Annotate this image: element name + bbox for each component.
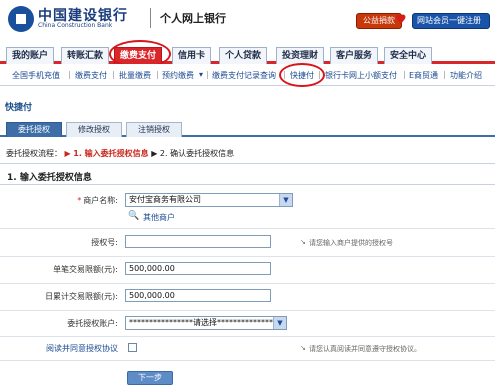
flow-step-current: 1. 输入委托授权信息 <box>73 149 149 158</box>
auth-no-label: 授权号: <box>91 238 118 247</box>
tab-security-center[interactable]: 安全中心 <box>384 47 433 64</box>
auth-no-hint: 请您输入商户提供的授权号 <box>309 239 393 247</box>
arrow-right-icon: ▶ <box>151 149 158 158</box>
agree-hint: 请您认真阅读并同意遵守授权协议。 <box>309 345 421 353</box>
subnav-batch-payment[interactable]: 批量缴费 <box>119 70 151 81</box>
subtab-authorize[interactable]: 委托授权 <box>6 122 62 137</box>
sub-tabs: 委托授权 修改授权 注销授权 <box>0 119 495 137</box>
chevron-down-icon: ▼ <box>279 194 292 206</box>
ccb-logo-icon <box>8 6 34 32</box>
daily-limit-label: 日累计交易限额(元): <box>45 292 118 301</box>
search-icon: 🔍 <box>128 211 140 221</box>
arrow-right-icon: ▶ <box>64 149 71 158</box>
account-select-value: ****************请选择**************** <box>129 318 281 327</box>
agree-label[interactable]: 阅读并同意授权协议 <box>20 343 118 354</box>
subnav-payment[interactable]: 缴费支付 <box>75 70 107 81</box>
divider <box>0 163 495 164</box>
tab-my-account[interactable]: 我的账户 <box>6 47 55 64</box>
subnav-separator: | <box>283 70 286 79</box>
tab-transfer[interactable]: 转账汇款 <box>61 47 110 64</box>
chevron-down-icon: ▼ <box>273 317 286 329</box>
account-select[interactable]: ****************请选择**************** ▼ <box>125 316 287 330</box>
divider <box>0 228 495 229</box>
daily-limit-input[interactable] <box>125 289 271 302</box>
tab-payment[interactable]: 缴费支付 <box>114 47 163 64</box>
header-divider <box>150 8 151 28</box>
merchant-select[interactable]: 安付宝商务有限公司 ▼ <box>125 193 293 207</box>
page-title: 快捷付 <box>5 103 33 113</box>
tab-personal-loan[interactable]: 个人贷款 <box>219 47 268 64</box>
bank-name-en: China Construction Bank <box>38 22 113 29</box>
next-step-button[interactable]: 下一步 <box>127 371 173 385</box>
subnav-separator: | <box>206 70 209 79</box>
single-limit-input[interactable] <box>125 262 271 275</box>
subtab-modify[interactable]: 修改授权 <box>66 122 122 137</box>
auth-no-hint-icon: ↘ <box>300 238 306 246</box>
portal-title: 个人网上银行 <box>160 12 226 25</box>
subnav-separator: | <box>156 70 159 79</box>
subnav-card-micropay[interactable]: 银行卡网上小额支付 <box>325 70 397 81</box>
member-register-button[interactable]: 网站会员一键注册 <box>412 13 490 29</box>
section-title: 1. 输入委托授权信息 <box>7 173 92 183</box>
subnav-e-commerce[interactable]: E商贸通 <box>409 70 438 81</box>
subnav-separator: | <box>318 70 321 79</box>
auth-no-input[interactable] <box>125 235 271 248</box>
required-mark: * <box>77 196 82 205</box>
subnav-separator: | <box>443 70 446 79</box>
agree-checkbox[interactable] <box>128 343 137 352</box>
subnav-separator: | <box>403 70 406 79</box>
divider <box>0 310 495 311</box>
subnav-separator: | <box>112 70 115 79</box>
chevron-down-icon[interactable]: ▾ <box>199 70 203 79</box>
divider <box>0 256 495 257</box>
main-nav: 我的账户 转账汇款 缴费支付 信用卡 个人贷款 投资理财 客户服务 安全中心 <box>0 42 495 64</box>
merchant-select-value: 安付宝商务有限公司 <box>129 195 201 204</box>
subnav-mobile-recharge[interactable]: 全国手机充值 <box>12 70 60 81</box>
subnav-quick-pay[interactable]: 快捷付 <box>290 70 314 81</box>
merchant-label: * 商户名称: <box>77 196 118 205</box>
tab-customer-service[interactable]: 客户服务 <box>330 47 379 64</box>
agree-hint-icon: ↘ <box>300 344 306 352</box>
flow-steps: 委托授权流程： ▶ 1. 输入委托授权信息 ▶ 2. 确认委托授权信息 <box>6 148 234 159</box>
flow-step-next: 2. 确认委托授权信息 <box>159 149 235 158</box>
subnav-feature-intro[interactable]: 功能介绍 <box>450 70 482 81</box>
divider <box>0 283 495 284</box>
account-label: 委托授权账户: <box>67 319 118 328</box>
divider <box>0 184 495 185</box>
header: 中国建设银行 China Construction Bank 个人网上银行 公益… <box>0 0 495 42</box>
heart-icon: ♥ <box>395 13 407 28</box>
flow-prefix: 委托授权流程： <box>6 149 62 158</box>
other-merchant-link[interactable]: 其他商户 <box>143 212 175 223</box>
subnav-scheduled-payment[interactable]: 预约缴费 <box>162 70 194 81</box>
tab-investment[interactable]: 投资理财 <box>276 47 325 64</box>
subnav-payment-records[interactable]: 缴费支付记录查询 <box>212 70 276 81</box>
single-limit-label: 单笔交易限额(元): <box>53 265 118 274</box>
divider <box>0 360 495 361</box>
tab-credit-card[interactable]: 信用卡 <box>172 47 212 64</box>
subnav-separator: | <box>68 70 71 79</box>
sub-nav: 全国手机充值 | 缴费支付 | 批量缴费 | 预约缴费 ▾ | 缴费支付记录查询… <box>0 64 495 86</box>
subtab-cancel[interactable]: 注销授权 <box>126 122 182 137</box>
divider <box>0 336 495 337</box>
